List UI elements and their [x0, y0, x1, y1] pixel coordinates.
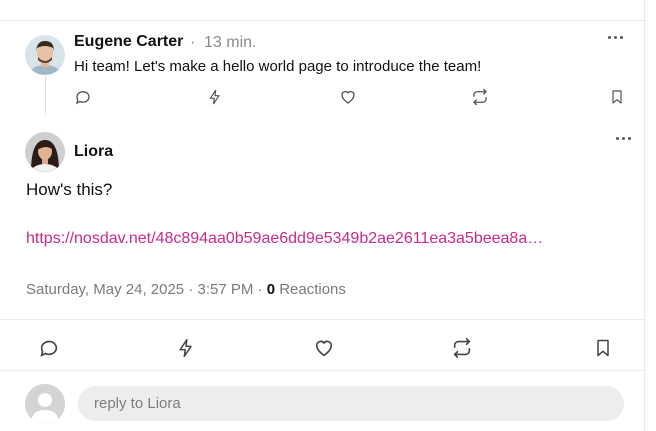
- parent-timestamp[interactable]: 13 min.: [204, 34, 256, 52]
- main-post-link[interactable]: https://nosdav.net/48c894aa0b59ae6dd9e53…: [26, 230, 620, 248]
- parent-more-icon[interactable]: [603, 29, 627, 45]
- thread-line: [45, 74, 46, 114]
- main-zap-icon[interactable]: [173, 335, 199, 361]
- main-repost-icon[interactable]: [449, 335, 475, 361]
- parent-heart-icon[interactable]: [337, 86, 359, 108]
- main-reply-icon[interactable]: [36, 335, 62, 361]
- reaction-count[interactable]: 0: [267, 281, 275, 298]
- main-bookmark-icon[interactable]: [590, 335, 616, 361]
- main-post-text: How's this?: [26, 180, 113, 199]
- parent-author-name[interactable]: Eugene Carter: [74, 33, 183, 51]
- reactions-label[interactable]: Reactions: [275, 281, 346, 298]
- parent-post-text: Hi team! Let's make a hello world page t…: [74, 58, 482, 75]
- post-date: Saturday, May 24, 2025 · 3:57 PM ·: [26, 281, 267, 298]
- divider-top: [0, 319, 644, 320]
- parent-bookmark-icon[interactable]: [606, 86, 628, 108]
- divider-bottom: [0, 370, 644, 371]
- parent-zap-icon[interactable]: [204, 86, 226, 108]
- parent-repost-icon[interactable]: [469, 86, 491, 108]
- parent-separator: ·: [190, 34, 196, 51]
- post-meta: Saturday, May 24, 2025 · 3:57 PM · 0 Rea…: [26, 281, 346, 298]
- liora-avatar[interactable]: [25, 132, 65, 172]
- main-heart-icon[interactable]: [311, 335, 337, 361]
- parent-reply-icon[interactable]: [72, 86, 94, 108]
- main-author-name[interactable]: Liora: [74, 143, 113, 161]
- current-user-avatar: [25, 384, 65, 424]
- reply-input[interactable]: [78, 386, 624, 421]
- previous-item-strip: [0, 0, 645, 21]
- eugene-avatar[interactable]: [25, 35, 65, 75]
- main-more-icon[interactable]: [611, 130, 635, 146]
